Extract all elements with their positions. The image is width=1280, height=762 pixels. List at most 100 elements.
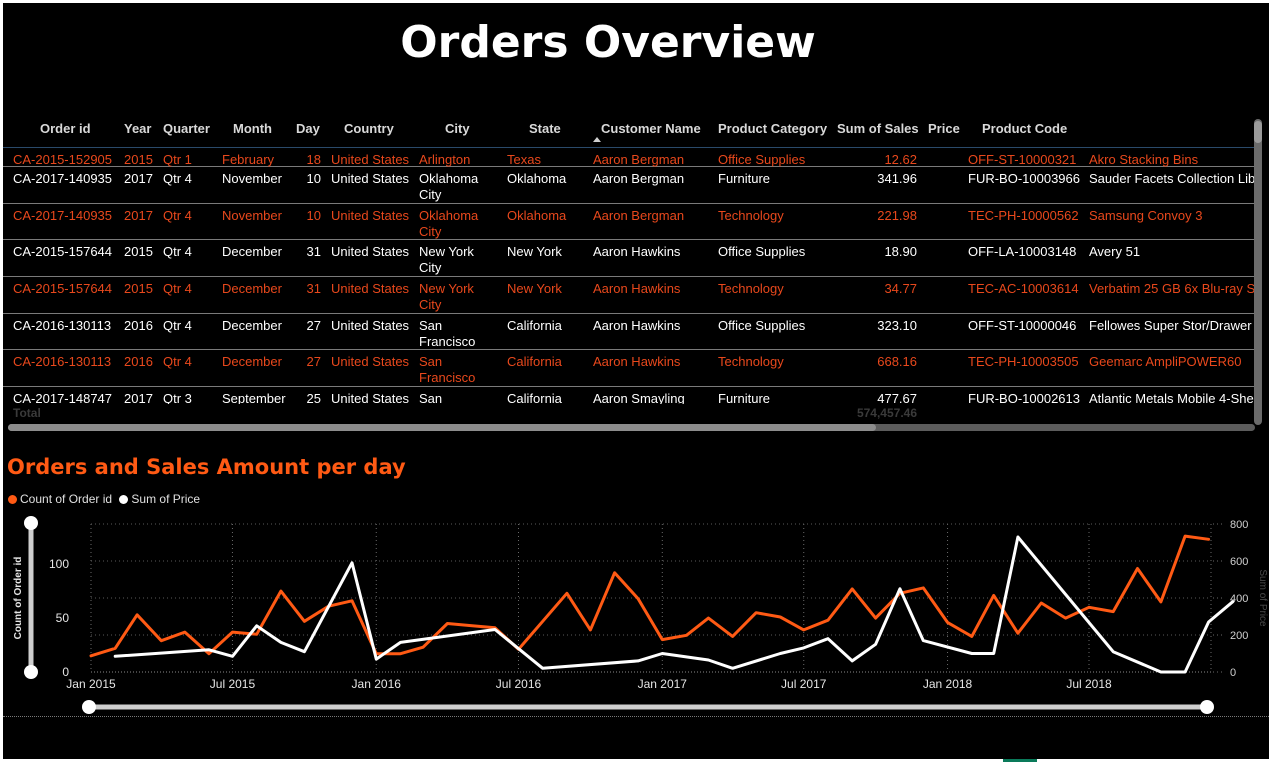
orders-table[interactable]: Order id Year Quarter Month Day Country … (3, 113, 1269, 433)
table-cell-day: 10 (306, 208, 321, 223)
table-cell-sales: 12.62 (884, 152, 917, 167)
col-product-code[interactable]: Product Code (982, 121, 1067, 136)
table-cell-month: November (222, 171, 282, 186)
table-cell-category: Technology (718, 208, 784, 223)
table-cell-country: United States (331, 208, 410, 223)
legend-item-count[interactable]: Count of Order id (8, 492, 112, 506)
legend-dot-icon (119, 495, 129, 504)
table-cell-customer: Aaron Bergman (593, 152, 685, 167)
table-cell-product: Samsung Convoy 3 (1089, 208, 1203, 223)
table-cell-order-id: CA-2015-157644 (13, 244, 113, 259)
table-cell-sales: 221.98 (877, 208, 917, 223)
table-cell-code: FUR-BO-10002613 (968, 391, 1080, 404)
sort-ascending-icon[interactable] (593, 137, 601, 142)
table-row[interactable]: CA-2015-157644 2015 Qtr 4 December 31 United … (3, 277, 1255, 314)
series-line-count-of-order-id[interactable] (89, 534, 1211, 658)
table-row[interactable]: CA-2016-130113 2016 Qtr 4 December 27 United … (3, 350, 1255, 387)
table-row[interactable]: CA-2015-152905 2015 Qtr 1 February 18 United … (3, 148, 1255, 167)
table-cell-city: Oklahoma City (419, 208, 479, 239)
vertical-scrollbar-track[interactable] (1254, 119, 1262, 425)
table-cell-country: United States (331, 244, 410, 259)
table-cell-city: Oklahoma City (419, 171, 479, 202)
table-cell-month: December (222, 354, 282, 369)
table-cell-day: 27 (306, 318, 321, 333)
table-cell-day: 10 (306, 171, 321, 186)
table-cell-city: New York City (419, 281, 474, 312)
table-cell-country: United States (331, 152, 410, 167)
series-line-sum-of-price[interactable] (113, 535, 1235, 674)
y-axis-tick-label: 50 (56, 611, 70, 625)
table-row[interactable]: CA-2015-157644 2015 Qtr 4 December 31 United … (3, 240, 1255, 277)
table-cell-country: United States (331, 391, 410, 404)
table-cell-customer: Aaron Hawkins (593, 354, 681, 369)
table-row[interactable]: CA-2016-130113 2016 Qtr 4 December 27 United … (3, 314, 1255, 350)
legend-label-count: Count of Order id (20, 492, 113, 506)
table-cell-state: California (507, 391, 562, 404)
table-row[interactable]: CA-2017-148747 2017 Qtr 3 September 25 United… (3, 387, 1255, 404)
table-cell-month: November (222, 208, 282, 223)
y-axis-tick-label: 100 (49, 557, 69, 571)
table-cell-category: Office Supplies (718, 244, 806, 259)
line-chart[interactable]: 0501000200400600800Jan 2015 Jul 2015 Jan 2… (3, 508, 1269, 716)
legend-item-price[interactable]: Sum of Price (119, 492, 200, 506)
col-order-id[interactable]: Order id (40, 121, 91, 136)
table-cell-month: December (222, 318, 282, 333)
col-state[interactable]: State (529, 121, 561, 136)
table-cell-sales: 668.16 (877, 354, 917, 369)
table-cell-customer: Aaron Hawkins (593, 281, 681, 296)
table-cell-month: December (222, 244, 282, 259)
table-cell-quarter: Qtr 4 (163, 354, 192, 369)
table-cell-day: 31 (306, 244, 321, 259)
x-range-slider-handle-right[interactable] (1200, 700, 1214, 714)
x-axis-tick-label: Jul 2015 (210, 677, 256, 691)
table-cell-customer: Aaron Hawkins (593, 318, 681, 333)
table-row[interactable]: CA-2017-140935 2017 Qtr 4 November 10 United … (3, 167, 1255, 204)
table-cell-day: 25 (306, 391, 321, 404)
vertical-scrollbar-thumb[interactable] (1254, 121, 1262, 143)
y-range-slider-handle-bottom[interactable] (24, 665, 38, 679)
col-city[interactable]: City (445, 121, 470, 136)
table-cell-product: Avery 51 (1089, 244, 1141, 259)
table-cell-state: California (507, 354, 562, 369)
table-cell-day: 27 (306, 354, 321, 369)
y2-axis-title: Sum of Price (1257, 569, 1268, 627)
table-cell-customer: Aaron Bergman (593, 208, 685, 223)
col-quarter[interactable]: Quarter (163, 121, 210, 136)
col-day[interactable]: Day (296, 121, 320, 136)
table-cell-product: Geemarc AmpliPOWER60 (1089, 354, 1242, 369)
x-axis-tick-label: Jan 2016 (352, 677, 402, 691)
table-cell-order-id: CA-2017-148747 (13, 391, 113, 404)
page-title: Orders Overview (400, 17, 816, 68)
table-cell-customer: Aaron Smayling (593, 391, 685, 404)
table-cell-city: Arlington (419, 152, 471, 167)
table-cell-quarter: Qtr 4 (163, 171, 192, 186)
col-product-category[interactable]: Product Category (718, 121, 827, 136)
table-cell-sales: 323.10 (877, 318, 917, 333)
x-range-slider-handle-left[interactable] (82, 700, 96, 714)
table-cell-category: Technology (718, 354, 784, 369)
col-price[interactable]: Price (928, 121, 960, 136)
col-sum-of-sales[interactable]: Sum of Sales (837, 121, 919, 136)
divider-dotted (3, 716, 1269, 717)
table-row[interactable]: CA-2017-140935 2017 Qtr 4 November 10 United … (3, 204, 1255, 240)
y2-axis-tick-label: 800 (1230, 519, 1248, 531)
x-axis-tick-label: Jul 2017 (781, 677, 827, 691)
y2-axis-tick-label: 200 (1230, 630, 1248, 642)
table-cell-country: United States (331, 318, 410, 333)
y-range-slider-handle-top[interactable] (24, 516, 38, 530)
table-body: CA-2015-152905 2015 Qtr 1 February 18 United … (3, 148, 1255, 404)
table-cell-sales: 18.90 (884, 244, 917, 259)
table-cell-state: Oklahoma (507, 208, 567, 223)
table-cell-city: New York City (419, 244, 474, 275)
table-cell-quarter: Qtr 4 (163, 281, 192, 296)
col-country[interactable]: Country (344, 121, 394, 136)
table-cell-product: Akro Stacking Bins (1089, 152, 1199, 167)
col-year[interactable]: Year (124, 121, 151, 136)
table-cell-month: December (222, 281, 282, 296)
horizontal-scrollbar-thumb[interactable] (8, 424, 876, 431)
table-cell-state: New York (507, 281, 562, 296)
table-cell-order-id: CA-2016-130113 (13, 318, 112, 333)
col-customer-name[interactable]: Customer Name (601, 121, 701, 136)
col-month[interactable]: Month (233, 121, 272, 136)
table-cell-code: TEC-AC-10003614 (968, 281, 1079, 296)
